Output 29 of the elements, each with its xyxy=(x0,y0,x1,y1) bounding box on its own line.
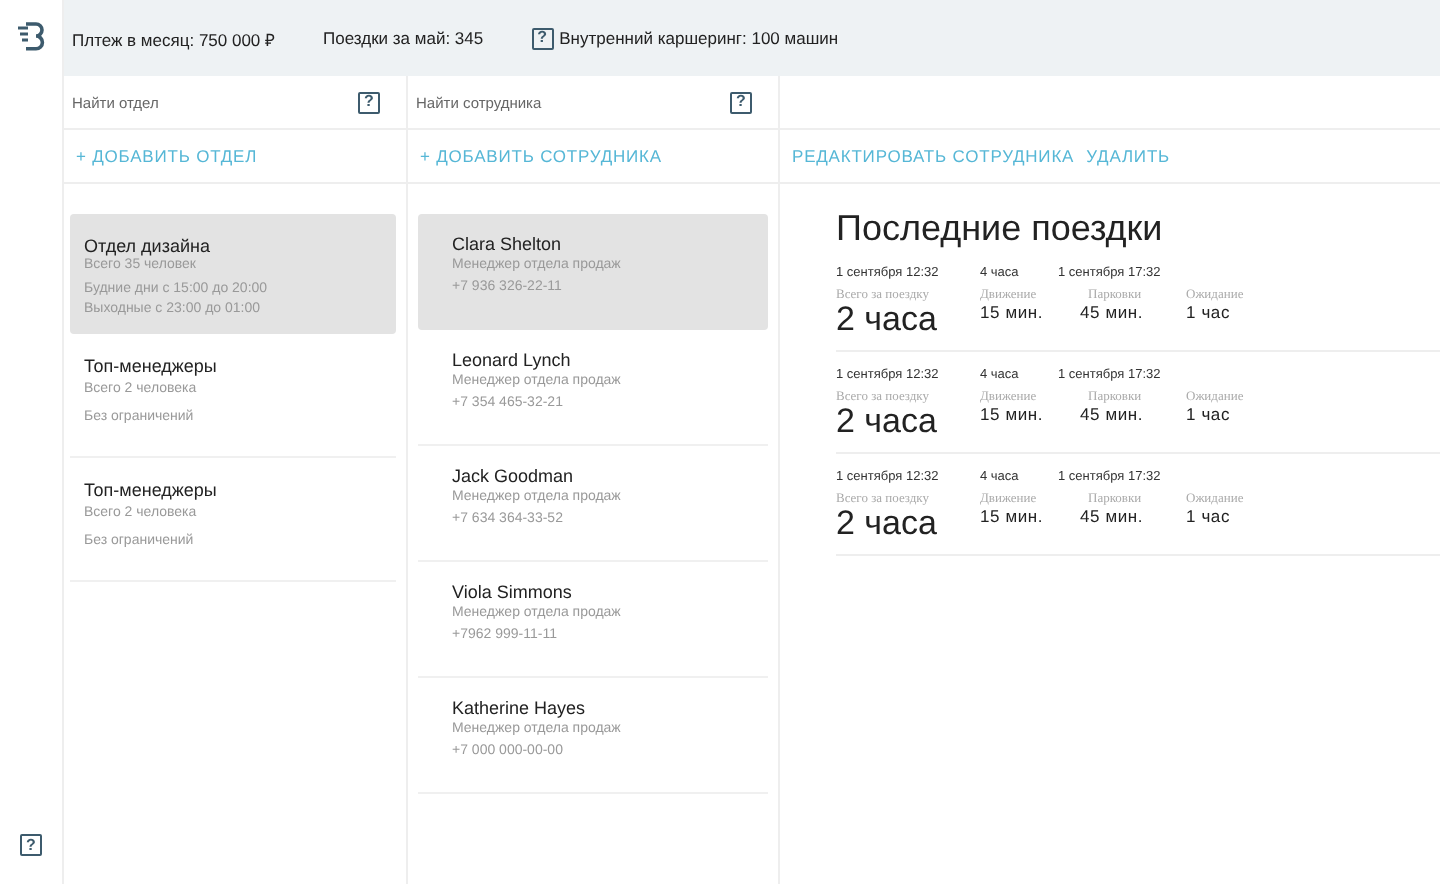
stat-value: 45 мин. xyxy=(1080,506,1146,526)
help-icon[interactable]: ? xyxy=(531,27,554,49)
stat-value: 45 мин. xyxy=(1080,302,1146,322)
stat-value: 15 мин. xyxy=(980,404,1046,424)
department-name: Топ-менеджеры xyxy=(84,356,219,376)
employee-name: Clara Shelton xyxy=(452,234,564,254)
total-value: 2 часа xyxy=(836,302,939,338)
stat-value: 1 час xyxy=(1186,506,1232,526)
stat-value: 1 час xyxy=(1186,302,1232,322)
section-title: Последние поездки xyxy=(836,208,1165,250)
stat-value: 1 час xyxy=(1186,404,1232,424)
total-value: 2 часа xyxy=(836,404,939,440)
employee-name: Katherine Hayes xyxy=(452,698,588,718)
employee-name: Jack Goodman xyxy=(452,466,576,486)
department-name: Топ-менеджеры xyxy=(84,480,219,500)
logo-icon[interactable] xyxy=(15,20,47,52)
stat-value: 45 мин. xyxy=(1080,404,1146,424)
stat-text: Поездки за май: 345 xyxy=(323,28,484,48)
stat-text: Плтеж в месяц: 750 000 ₽ xyxy=(72,27,276,49)
department-name: Отдел дизайна xyxy=(84,236,212,256)
help-icon[interactable]: ? xyxy=(730,91,752,113)
total-value: 2 часа xyxy=(836,506,939,542)
employee-name: Leonard Lynch xyxy=(452,350,573,370)
stat-text: Внутренний каршеринг: 100 машин xyxy=(559,28,839,48)
help-icon[interactable]: ? xyxy=(20,834,42,856)
stat-value: 15 мин. xyxy=(980,302,1046,322)
stat-value: 15 мин. xyxy=(980,506,1046,526)
employee-name: Viola Simmons xyxy=(452,582,574,602)
help-icon[interactable]: ? xyxy=(358,91,380,113)
